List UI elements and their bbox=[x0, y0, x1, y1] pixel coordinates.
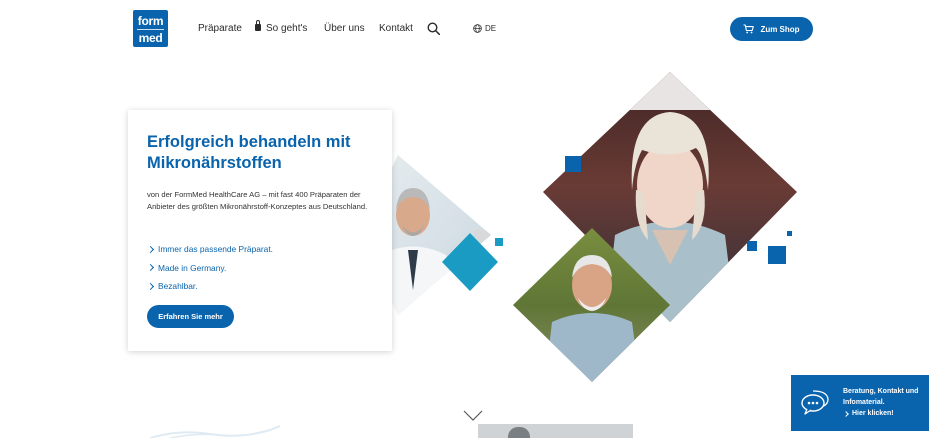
bullet-label: Made in Germany. bbox=[158, 262, 227, 273]
chevron-right-icon bbox=[146, 245, 155, 253]
contact-widget-text: Beratung, Kontakt und Infomaterial. Hier… bbox=[843, 386, 918, 419]
search-icon[interactable] bbox=[427, 22, 440, 35]
bullet-label: Immer das passende Präparat. bbox=[158, 244, 273, 255]
nav-item-kontakt[interactable]: Kontakt bbox=[379, 23, 413, 34]
list-item: Made in Germany. bbox=[146, 259, 273, 278]
logo-line-2: med bbox=[138, 31, 163, 45]
list-item: Bezahlbar. bbox=[146, 277, 273, 296]
globe-icon bbox=[473, 24, 482, 33]
chevron-down-icon[interactable] bbox=[463, 410, 483, 422]
chevron-right-icon bbox=[146, 282, 155, 290]
bullet-label: Bezahlbar. bbox=[158, 281, 198, 292]
nav-item-ueber-uns[interactable]: Über uns bbox=[324, 23, 365, 34]
square-decoration bbox=[495, 238, 503, 246]
logo-line-1: form bbox=[137, 14, 164, 30]
shop-button[interactable]: Zum Shop bbox=[730, 17, 813, 41]
contact-widget-line-2: Infomaterial. bbox=[843, 399, 885, 406]
hero-image-collage bbox=[380, 72, 797, 382]
nav-item-so-gehts-label: So geht's bbox=[266, 23, 308, 34]
language-label: DE bbox=[485, 24, 497, 33]
hero-card: Erfolgreich behandeln mit Mikronährstoff… bbox=[128, 110, 392, 351]
contact-widget-link-label: Hier klicken! bbox=[852, 410, 894, 417]
square-decoration bbox=[747, 241, 757, 251]
learn-more-button[interactable]: Erfahren Sie mehr bbox=[147, 305, 234, 328]
chevron-right-icon bbox=[146, 264, 155, 272]
square-decoration bbox=[768, 246, 786, 264]
cart-icon bbox=[743, 24, 755, 34]
hero-bullet-list: Immer das passende Präparat. Made in Ger… bbox=[146, 240, 273, 296]
list-item: Immer das passende Präparat. bbox=[146, 240, 273, 259]
square-decoration bbox=[787, 231, 792, 236]
shop-button-label: Zum Shop bbox=[760, 24, 800, 34]
site-header: form med Präparate So geht's Über uns Ko… bbox=[0, 0, 934, 60]
formmed-logo[interactable]: form med bbox=[133, 10, 168, 47]
wave-decoration bbox=[150, 425, 281, 438]
square-decoration bbox=[565, 156, 581, 172]
contact-widget-link[interactable]: Hier klicken! bbox=[843, 408, 918, 419]
contact-widget[interactable]: Beratung, Kontakt und Infomaterial. Hier… bbox=[791, 375, 929, 431]
chat-bubbles-icon bbox=[801, 390, 829, 415]
doctor-photo bbox=[380, 155, 491, 315]
section-preview-image bbox=[478, 424, 633, 438]
lock-icon bbox=[255, 20, 261, 31]
nav-item-praeparate[interactable]: Präparate bbox=[198, 23, 242, 34]
hero-title: Erfolgreich behandeln mit Mikronährstoff… bbox=[147, 133, 351, 172]
nav-item-so-gehts[interactable]: So geht's bbox=[255, 20, 308, 34]
chevron-right-icon bbox=[843, 410, 849, 417]
contact-widget-line-1: Beratung, Kontakt und bbox=[843, 388, 919, 395]
language-switcher[interactable]: DE bbox=[473, 24, 496, 33]
hero-description: von der FormMed HealthCare AG – mit fast… bbox=[147, 190, 368, 211]
